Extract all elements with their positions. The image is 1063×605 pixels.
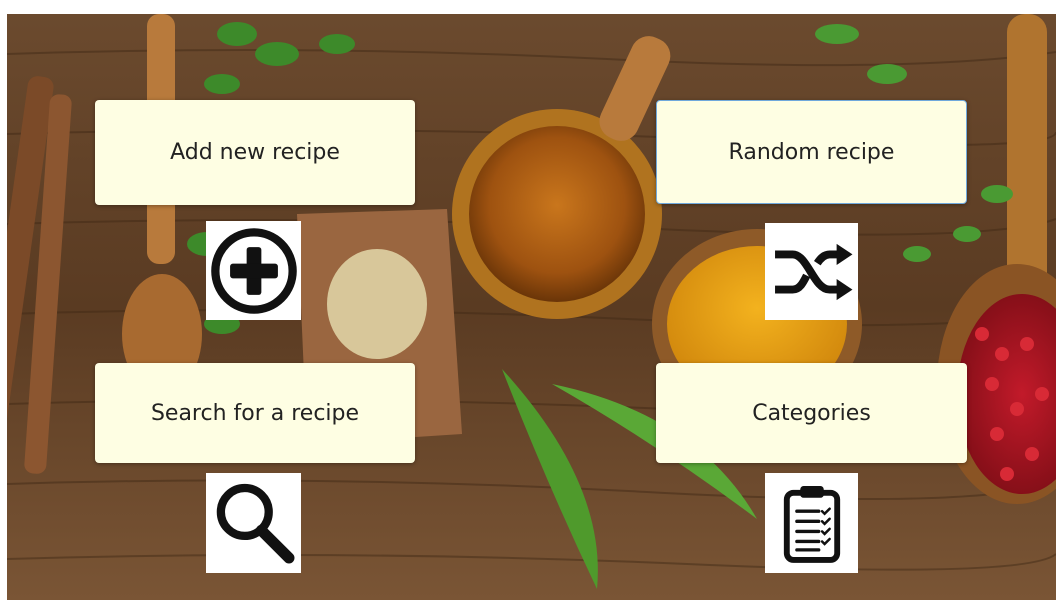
- plus-circle-icon-graphic: [210, 227, 297, 314]
- plus-circle-icon[interactable]: [206, 221, 301, 320]
- shuffle-icon-graphic: [774, 243, 852, 300]
- add-new-recipe-button[interactable]: Add new recipe: [95, 100, 415, 205]
- categories-label: Categories: [752, 400, 871, 426]
- search-recipe-label: Search for a recipe: [150, 400, 360, 426]
- search-icon[interactable]: [206, 473, 301, 573]
- add-new-recipe-label: Add new recipe: [170, 140, 340, 165]
- shuffle-icon[interactable]: [765, 223, 858, 320]
- main-menu-screen: Add new recipe Random recipe Search for …: [7, 14, 1056, 600]
- categories-button[interactable]: Categories: [656, 363, 967, 463]
- random-recipe-button[interactable]: Random recipe: [656, 100, 967, 204]
- search-icon-graphic: [216, 483, 294, 564]
- clipboard-list-icon[interactable]: [765, 473, 858, 573]
- clipboard-list-icon-graphic: [783, 486, 840, 563]
- random-recipe-label: Random recipe: [728, 139, 895, 165]
- search-recipe-button[interactable]: Search for a recipe: [95, 363, 415, 463]
